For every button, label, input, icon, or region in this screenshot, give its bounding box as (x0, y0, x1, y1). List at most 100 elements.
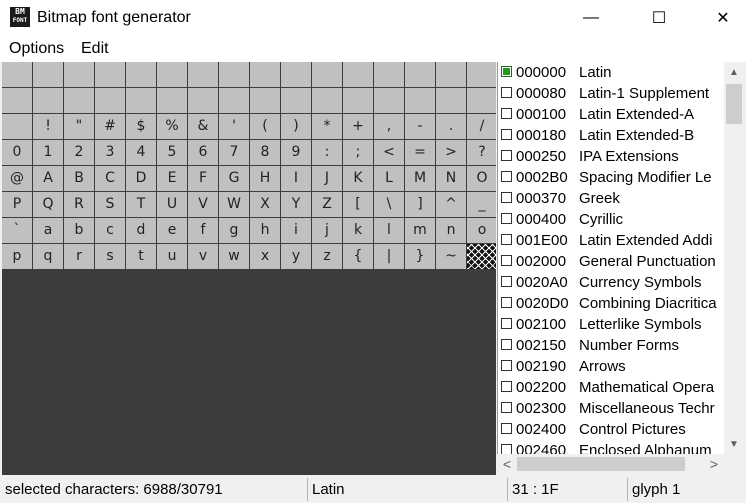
glyph-cell[interactable]: 6 (188, 140, 218, 165)
glyph-cell-empty[interactable] (436, 426, 466, 451)
glyph-cell[interactable]: G (219, 166, 249, 191)
glyph-cell-empty[interactable] (343, 296, 373, 321)
glyph-cell-empty[interactable] (126, 426, 156, 451)
glyph-cell-empty[interactable] (126, 270, 156, 295)
glyph-cell[interactable]: p (2, 244, 32, 269)
glyph-cell-empty[interactable] (126, 296, 156, 321)
glyph-cell-empty[interactable] (281, 374, 311, 399)
range-list-item[interactable]: 000400 Cyrillic (498, 209, 724, 230)
glyph-cell[interactable] (126, 62, 156, 87)
glyph-cell-empty[interactable] (467, 296, 496, 321)
scroll-down-arrow-icon[interactable]: ▼ (724, 434, 744, 454)
glyph-cell[interactable]: r (64, 244, 94, 269)
glyph-cell[interactable]: H (250, 166, 280, 191)
glyph-cell[interactable]: # (95, 114, 125, 139)
glyph-cell[interactable]: Q (33, 192, 63, 217)
glyph-cell-empty[interactable] (64, 400, 94, 425)
glyph-cell-empty[interactable] (281, 270, 311, 295)
glyph-cell[interactable]: S (95, 192, 125, 217)
glyph-cell-empty[interactable] (95, 452, 125, 475)
range-list-item[interactable]: 0002B0 Spacing Modifier Le (498, 167, 724, 188)
glyph-cell-empty[interactable] (2, 452, 32, 475)
glyph-cell[interactable]: ) (281, 114, 311, 139)
glyph-cell[interactable] (250, 88, 280, 113)
glyph-cell-empty[interactable] (2, 374, 32, 399)
glyph-cell[interactable]: { (343, 244, 373, 269)
glyph-cell-empty[interactable] (374, 348, 404, 373)
glyph-cell-empty[interactable] (374, 426, 404, 451)
range-list-item[interactable]: 0020A0 Currency Symbols (498, 272, 724, 293)
glyph-cell-empty[interactable] (157, 374, 187, 399)
glyph-cell[interactable] (281, 88, 311, 113)
glyph-cell[interactable] (467, 62, 496, 87)
glyph-cell-empty[interactable] (281, 452, 311, 475)
glyph-cell-empty[interactable] (374, 374, 404, 399)
glyph-cell[interactable]: j (312, 218, 342, 243)
glyph-cell-empty[interactable] (467, 348, 496, 373)
glyph-cell-empty[interactable] (188, 270, 218, 295)
range-list-item[interactable]: 002200 Mathematical Opera (498, 377, 724, 398)
glyph-cell[interactable]: s (95, 244, 125, 269)
glyph-cell-empty[interactable] (157, 322, 187, 347)
glyph-cell[interactable] (33, 62, 63, 87)
glyph-cell[interactable]: + (343, 114, 373, 139)
range-checkbox[interactable] (501, 339, 512, 350)
glyph-cell[interactable] (436, 62, 466, 87)
glyph-cell[interactable]: x (250, 244, 280, 269)
glyph-cell[interactable] (33, 88, 63, 113)
glyph-cell[interactable]: T (126, 192, 156, 217)
range-checkbox[interactable] (501, 192, 512, 203)
glyph-cell[interactable]: > (436, 140, 466, 165)
glyph-cell[interactable]: X (250, 192, 280, 217)
range-list-item[interactable]: 000250 IPA Extensions (498, 146, 724, 167)
glyph-cell[interactable]: ] (405, 192, 435, 217)
glyph-cell-empty[interactable] (405, 348, 435, 373)
menu-options[interactable]: Options (9, 40, 64, 58)
glyph-cell[interactable]: 2 (64, 140, 94, 165)
glyph-cell-empty[interactable] (219, 400, 249, 425)
glyph-cell[interactable]: c (95, 218, 125, 243)
glyph-cell-empty[interactable] (436, 270, 466, 295)
glyph-cell-empty[interactable] (33, 374, 63, 399)
minimize-button[interactable]: — (568, 0, 614, 36)
glyph-cell[interactable] (467, 88, 496, 113)
glyph-cell-empty[interactable] (405, 374, 435, 399)
glyph-cell-empty[interactable] (188, 374, 218, 399)
glyph-cell[interactable]: w (219, 244, 249, 269)
glyph-cell[interactable] (188, 88, 218, 113)
glyph-cell-empty[interactable] (436, 400, 466, 425)
glyph-cell[interactable]: 8 (250, 140, 280, 165)
range-list-item[interactable]: 002300 Miscellaneous Techr (498, 398, 724, 419)
glyph-cell[interactable]: - (405, 114, 435, 139)
range-checkbox[interactable] (501, 360, 512, 371)
glyph-cell-empty[interactable] (281, 426, 311, 451)
glyph-cell[interactable]: q (33, 244, 63, 269)
range-list-item[interactable]: 000180 Latin Extended-B (498, 125, 724, 146)
glyph-cell-empty[interactable] (219, 348, 249, 373)
glyph-cell[interactable]: ; (343, 140, 373, 165)
glyph-cell-empty[interactable] (188, 296, 218, 321)
glyph-cell-empty[interactable] (188, 322, 218, 347)
glyph-cell[interactable]: [ (343, 192, 373, 217)
glyph-cell[interactable]: e (157, 218, 187, 243)
glyph-cell-empty[interactable] (188, 452, 218, 475)
glyph-cell-empty[interactable] (64, 426, 94, 451)
glyph-cell[interactable]: I (281, 166, 311, 191)
glyph-cell[interactable]: g (219, 218, 249, 243)
range-list-item[interactable]: 001E00 Latin Extended Addi (498, 230, 724, 251)
glyph-cell-empty[interactable] (33, 426, 63, 451)
range-list-item[interactable]: 0020D0 Combining Diacritica (498, 293, 724, 314)
glyph-cell[interactable]: P (2, 192, 32, 217)
glyph-cell-empty[interactable] (33, 348, 63, 373)
glyph-cell[interactable]: O (467, 166, 496, 191)
glyph-cell[interactable]: E (157, 166, 187, 191)
glyph-cell-empty[interactable] (95, 270, 125, 295)
range-checkbox[interactable] (501, 171, 512, 182)
glyph-cell-empty[interactable] (126, 452, 156, 475)
glyph-cell[interactable] (219, 62, 249, 87)
glyph-cell[interactable]: ~ (436, 244, 466, 269)
glyph-cell[interactable]: b (64, 218, 94, 243)
glyph-cell-empty[interactable] (2, 322, 32, 347)
glyph-cell[interactable] (2, 62, 32, 87)
glyph-cell-empty[interactable] (281, 322, 311, 347)
